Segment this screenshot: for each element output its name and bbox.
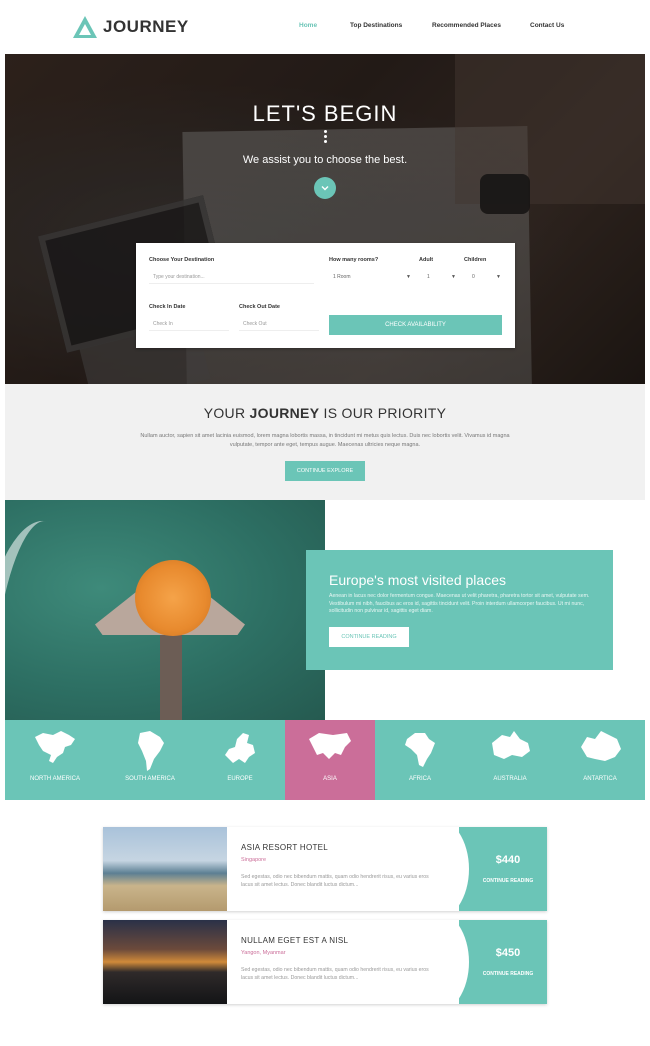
hero-section: LET'S BEGIN We assist you to choose the … [5,54,645,384]
hotel-location: Singapore [241,857,267,863]
adult-caret-icon: ▼ [451,274,456,280]
priority-title: YOUR JOURNEY IS OUR PRIORITY [203,405,447,421]
nav-home[interactable]: Home [299,22,317,29]
hotel-name: NULLAM EGET EST A NISL [241,936,349,945]
destination-label: Choose Your Destination [149,257,215,263]
logo-triangle-icon [73,16,97,38]
hotel-description: Sed egestas, odio nec bibendum mattis, q… [241,874,429,888]
europe-card: Europe's most visited places Aenean in l… [306,550,613,670]
logo-text: JOURNEY [103,17,189,36]
hotel-price: $440 [495,854,521,866]
europe-continue-reading-button[interactable]: CONTINUE READING [329,627,409,647]
hotel-price-panel: $440 CONTINUE READING [459,827,547,911]
scroll-down-button[interactable] [314,177,336,199]
nav-top-destinations[interactable]: Top Destinations [350,22,402,29]
hotel-card[interactable]: NULLAM EGET EST A NISL Yangon, Myanmar S… [103,920,547,1004]
children-label: Children [464,257,487,263]
continent-name: EUROPE [227,776,253,782]
hotel-city-night-image [103,920,227,1004]
continent-australia[interactable]: AUSTRALIA [465,720,555,800]
north-america-map-icon [35,731,75,763]
continent-name: ANTARTICA [583,776,617,782]
hotel-price-panel: $450 CONTINUE READING [459,920,547,1004]
antarctica-map-icon [581,731,621,761]
continent-name: ASIA [323,776,337,782]
europe-text: Aenean in lacus nec dolor fermentum cong… [329,593,590,614]
continent-name: AFRICA [408,776,431,782]
hotel-continue-reading-link[interactable]: CONTINUE READING [469,878,547,884]
continue-explore-button[interactable]: CONTINUE EXPLORE [285,461,365,481]
continent-name: SOUTH AMERICA [125,776,175,782]
africa-map-icon [405,733,435,767]
europe-map-icon [225,733,255,763]
children-select[interactable]: 0 [468,270,498,284]
continent-name: AUSTRALIA [493,776,527,782]
hotel-beach-image [103,827,227,911]
hotel-description: Sed egestas, odio nec bibendum mattis, q… [241,967,429,981]
checkin-label: Check In Date [149,304,186,310]
continent-africa[interactable]: AFRICA [375,720,465,800]
checkout-input[interactable]: Check Out [239,317,319,331]
logo[interactable]: JOURNEY [72,14,189,40]
hotel-price: $450 [495,947,521,959]
rooms-caret-icon: ▼ [406,274,411,280]
nav-recommended-places[interactable]: Recommended Places [432,22,501,29]
hero-divider-dots [322,130,328,145]
continent-europe[interactable]: EUROPE [195,720,285,800]
hero-title: LET'S BEGIN [252,101,398,126]
pier-aerial-image [5,500,325,720]
site-header: JOURNEY Home Top Destinations Recommende… [0,0,650,54]
priority-section: YOUR JOURNEY IS OUR PRIORITY Nullam auct… [5,384,645,500]
continent-south-america[interactable]: SOUTH AMERICA [105,720,195,800]
continent-antarctica[interactable]: ANTARTICA [555,720,645,800]
hero-subtitle: We assist you to choose the best. [242,154,408,166]
asia-map-icon [309,733,351,759]
continent-name: NORTH AMERICA [30,776,80,782]
hotel-name: ASIA RESORT HOTEL [241,843,329,852]
check-availability-button[interactable]: CHECK AVAILABILITY [329,315,502,335]
adult-select[interactable]: 1 [423,270,453,284]
continent-north-america[interactable]: NORTH AMERICA [5,720,105,800]
continents-bar: NORTH AMERICA SOUTH AMERICA EUROPE ASIA … [5,720,645,800]
priority-text: Nullam auctor, sapien sit amet lacinia e… [140,433,510,448]
children-caret-icon: ▼ [496,274,501,280]
south-america-map-icon [138,731,164,771]
hotel-location: Yangon, Myanmar [241,950,286,956]
booking-form: Choose Your Destination Type your destin… [136,243,515,348]
continent-asia[interactable]: ASIA [285,720,375,800]
checkout-label: Check Out Date [239,304,280,310]
checkin-input[interactable]: Check In [149,317,229,331]
chevron-down-icon [321,186,329,191]
rooms-label: How many rooms? [329,257,379,263]
hotel-continue-reading-link[interactable]: CONTINUE READING [469,971,547,977]
hotel-card[interactable]: ASIA RESORT HOTEL Singapore Sed egestas,… [103,827,547,911]
page: JOURNEY Home Top Destinations Recommende… [0,0,650,1046]
nav-contact-us[interactable]: Contact Us [530,22,564,29]
adult-label: Adult [419,257,434,263]
australia-map-icon [492,731,530,759]
rooms-select[interactable]: 1 Room [329,270,411,284]
europe-title: Europe's most visited places [329,572,506,588]
destination-input[interactable]: Type your destination... [149,270,314,284]
